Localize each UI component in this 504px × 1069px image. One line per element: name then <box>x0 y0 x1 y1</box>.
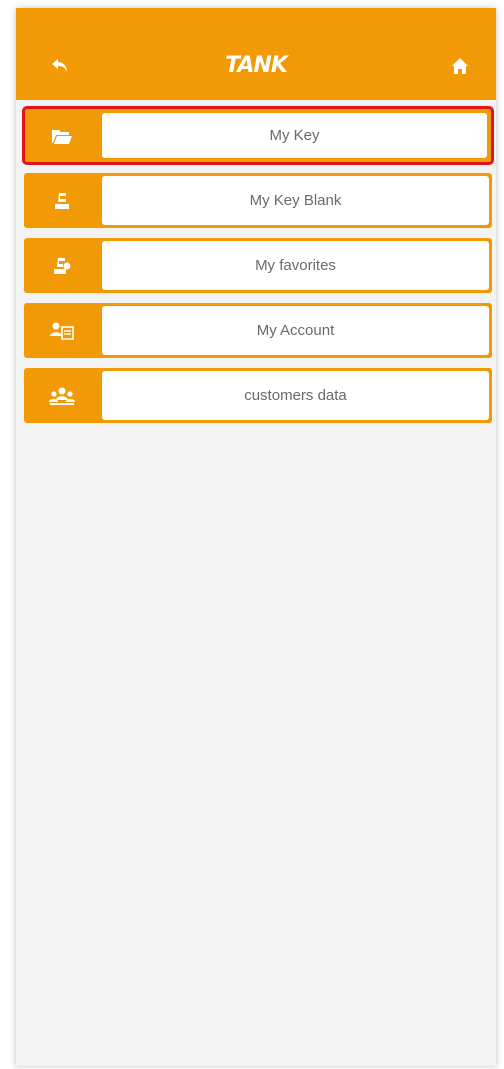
top-bar: TANK <box>16 8 496 100</box>
favorite-machine-icon <box>54 257 71 274</box>
menu-item-my-key[interactable]: My Key <box>22 106 494 165</box>
menu-item-label: My Key <box>102 113 487 158</box>
menu-item-label: My favorites <box>102 241 489 290</box>
main-menu: My Key My Key Blank My favorites My Acco… <box>22 106 494 433</box>
customers-group-icon <box>49 387 75 405</box>
menu-item-label: My Account <box>102 306 489 355</box>
menu-item-my-favorites[interactable]: My favorites <box>24 238 492 293</box>
menu-item-label: My Key Blank <box>102 176 489 225</box>
home-button[interactable] <box>446 52 474 80</box>
home-icon <box>452 58 468 74</box>
key-machine-icon <box>55 192 69 209</box>
menu-item-my-key-blank[interactable]: My Key Blank <box>24 173 492 228</box>
menu-item-my-account[interactable]: My Account <box>24 303 492 358</box>
menu-item-customers-data[interactable]: customers data <box>24 368 492 423</box>
app-screen: TANK My Key My Key Blank My favorites My… <box>16 8 496 1066</box>
folder-icon <box>52 129 72 144</box>
account-card-icon <box>50 322 74 340</box>
app-title: TANK <box>225 53 288 78</box>
menu-item-label: customers data <box>102 371 489 420</box>
